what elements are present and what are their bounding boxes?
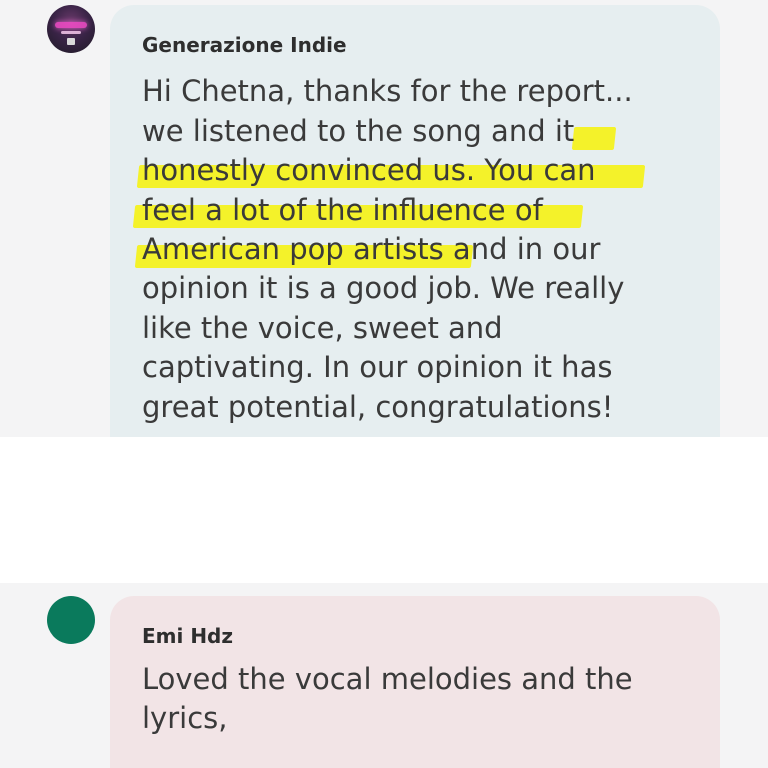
- highlighted-text: honestly convinced us. You can: [142, 153, 596, 187]
- comment-author[interactable]: Generazione Indie: [142, 33, 347, 57]
- comment-line: honestly convinced us. You can: [142, 151, 596, 190]
- highlighted-text: it: [545, 114, 575, 148]
- comment-line: opinion it is a good job. We really: [142, 271, 625, 305]
- highlighted-text: American pop artists: [142, 232, 444, 266]
- author-avatar[interactable]: [47, 5, 95, 53]
- comment-panel-1: Generazione Indie Hi Chetna, thanks for …: [0, 0, 768, 437]
- neon-sign-icon: [55, 22, 87, 28]
- neon-sign-sub-icon: [61, 31, 81, 34]
- comment-line: lyrics,: [142, 701, 228, 735]
- comment-line: Hi Chetna, thanks for the report...: [142, 74, 633, 108]
- comment-line: captivating. In our opinion it has: [142, 350, 613, 384]
- comment-bubble: Emi Hdz Loved the vocal melodies and the…: [110, 596, 720, 768]
- comment-line: we listened to the song and it: [142, 114, 575, 148]
- comment-line: great potential, congratulations!: [142, 390, 614, 424]
- comment-panel-2: Emi Hdz Loved the vocal melodies and the…: [0, 583, 768, 768]
- author-avatar[interactable]: [47, 596, 95, 644]
- comment-author[interactable]: Emi Hdz: [142, 624, 233, 648]
- comment-line: feel a lot of the influence of: [142, 191, 543, 230]
- box-icon: [67, 38, 75, 45]
- comment-bubble: Generazione Indie Hi Chetna, thanks for …: [110, 5, 720, 437]
- comment-line: American pop artists and in our: [142, 232, 601, 266]
- comment-line: like the voice, sweet and: [142, 311, 503, 345]
- comment-line: Loved the vocal melodies and the: [142, 662, 633, 696]
- highlight-mark: [571, 127, 617, 150]
- highlighted-text: feel a lot of the influence of: [142, 193, 543, 227]
